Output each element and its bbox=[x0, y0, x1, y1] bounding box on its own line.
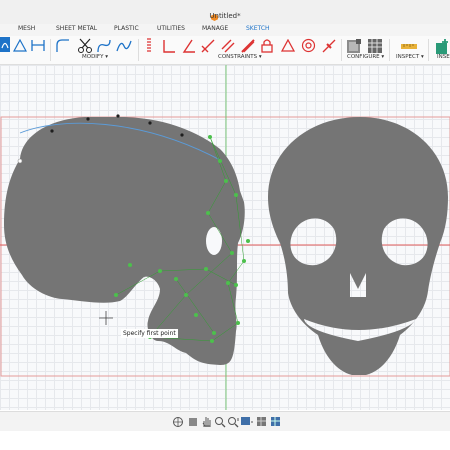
separator bbox=[138, 39, 139, 61]
separator bbox=[428, 39, 429, 61]
parallel-constraint-icon[interactable] bbox=[221, 39, 235, 53]
inspect-group-label[interactable]: INSPECT ▾ bbox=[396, 54, 424, 60]
configure-table-icon[interactable] bbox=[367, 38, 383, 54]
fit-icon[interactable] bbox=[227, 416, 240, 428]
document-title: Untitled* bbox=[209, 12, 241, 20]
crosshair-cursor-icon bbox=[99, 311, 113, 325]
orbit-icon[interactable] bbox=[172, 416, 184, 428]
title-bar: Untitled* bbox=[0, 0, 450, 24]
tab-sheet-metal[interactable]: SHEET METAL bbox=[56, 25, 97, 32]
tab-sketch[interactable]: SKETCH bbox=[246, 25, 270, 32]
display-style-icon[interactable] bbox=[240, 416, 254, 428]
separator bbox=[50, 39, 51, 61]
side-eye-socket bbox=[206, 227, 222, 255]
offset-icon[interactable] bbox=[97, 39, 111, 53]
modify-group-label[interactable]: MODIFY ▾ bbox=[82, 54, 108, 60]
insert-icon[interactable] bbox=[435, 38, 450, 54]
h-sketch-icon[interactable] bbox=[30, 39, 46, 52]
concentric-constraint-icon[interactable] bbox=[301, 38, 316, 53]
configure-group-label[interactable]: CONFIGURE ▾ bbox=[347, 54, 384, 60]
perpendicular-constraint-icon[interactable] bbox=[162, 39, 176, 53]
constraints-group-label[interactable]: CONSTRAINTS ▾ bbox=[218, 54, 262, 60]
tangent-constraint-icon[interactable] bbox=[201, 39, 215, 53]
trim-scissors-icon[interactable] bbox=[77, 38, 93, 54]
navigation-bar bbox=[0, 411, 450, 432]
lock-constraint-icon[interactable] bbox=[260, 38, 274, 53]
create-sketch-curve-icon[interactable] bbox=[0, 37, 10, 52]
sketch-drawing bbox=[0, 65, 450, 410]
coincident-constraint-icon[interactable] bbox=[144, 38, 154, 54]
tab-utilities[interactable]: UTILITIES bbox=[157, 25, 185, 32]
insert-group-label[interactable]: INSE bbox=[437, 54, 450, 60]
sketch-canvas[interactable]: Specify first point bbox=[0, 65, 450, 410]
change-parameters-icon[interactable] bbox=[346, 38, 362, 54]
tab-mesh[interactable]: MESH bbox=[18, 25, 35, 32]
separator bbox=[389, 39, 390, 61]
look-at-icon[interactable] bbox=[188, 416, 198, 428]
triangle-sketch-icon[interactable] bbox=[13, 39, 27, 52]
spline-icon[interactable] bbox=[116, 39, 132, 53]
zoom-icon[interactable] bbox=[214, 416, 226, 428]
status-strip bbox=[0, 431, 450, 450]
viewports-icon[interactable] bbox=[270, 416, 284, 428]
angle-constraint-icon[interactable] bbox=[182, 39, 196, 53]
separator bbox=[341, 39, 342, 61]
spline-start-point[interactable] bbox=[17, 158, 23, 164]
collinear-constraint-icon[interactable] bbox=[241, 39, 255, 53]
triangle-constraint-icon[interactable] bbox=[281, 39, 295, 52]
fillet-icon[interactable] bbox=[56, 39, 70, 53]
tab-manage[interactable]: MANAGE bbox=[202, 25, 228, 32]
midpoint-constraint-icon[interactable] bbox=[322, 39, 336, 53]
toolbar: MODIFY ▾ CONSTRAINTS ▾ CONFIGURE ▾ INSPE… bbox=[0, 36, 450, 65]
pan-icon[interactable] bbox=[201, 415, 212, 428]
command-prompt-tooltip: Specify first point bbox=[121, 329, 178, 338]
tab-plastic[interactable]: PLASTIC bbox=[114, 25, 139, 32]
grid-icon[interactable] bbox=[256, 416, 270, 428]
measure-ruler-icon[interactable] bbox=[401, 41, 417, 51]
front-skull-face[interactable] bbox=[268, 117, 448, 375]
